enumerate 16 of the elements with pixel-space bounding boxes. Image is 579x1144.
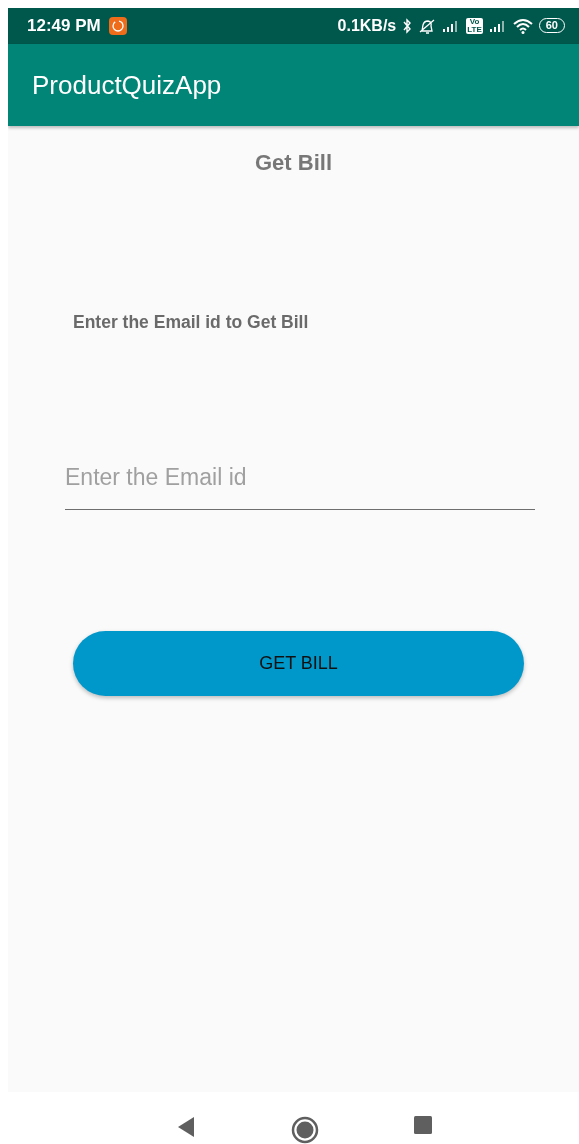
volte-text: Vo xyxy=(468,17,481,26)
status-time: 12:49 PM xyxy=(27,15,101,36)
app-title: ProductQuizApp xyxy=(32,69,222,101)
recents-icon[interactable] xyxy=(413,1116,432,1134)
app-notification-icon xyxy=(108,16,127,35)
signal-icon xyxy=(488,18,507,33)
volte-text: LTE xyxy=(467,25,482,34)
wifi-icon xyxy=(512,17,533,34)
email-field[interactable]: Enter the Email id xyxy=(65,458,535,511)
home-icon[interactable] xyxy=(290,1116,319,1144)
page-heading: Get Bill xyxy=(255,150,332,177)
network-speed: 0.1KB/s xyxy=(337,16,397,35)
get-bill-button[interactable]: GET BILL xyxy=(73,631,524,697)
bluetooth-icon xyxy=(402,17,413,34)
prompt-text: Enter the Email id to Get Bill xyxy=(73,312,310,334)
muted-bell-icon xyxy=(418,17,437,34)
